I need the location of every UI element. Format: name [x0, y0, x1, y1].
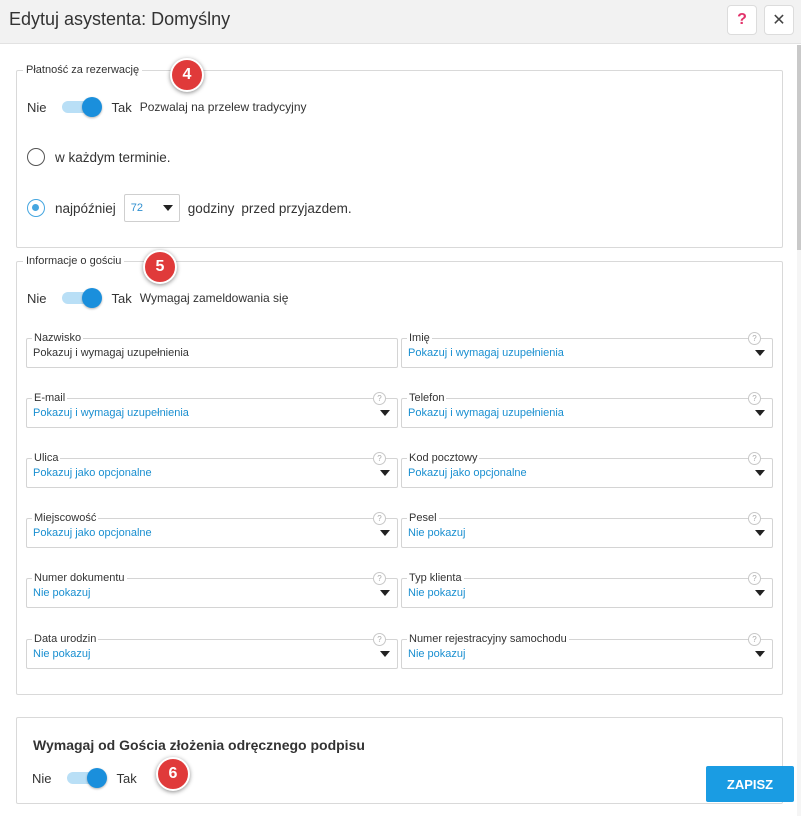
- chevron-down-icon: [755, 530, 765, 536]
- field-firstname[interactable]: Imię ? Pokazuj i wymagaj uzupełnienia: [401, 331, 773, 368]
- checkin-toggle-row: Nie Tak Wymagaj zameldowania się: [27, 288, 288, 308]
- checkin-toggle[interactable]: [61, 288, 102, 308]
- hours-select[interactable]: 72: [123, 194, 180, 222]
- field-label: Data urodzin: [32, 632, 99, 646]
- field-city[interactable]: Miejscowość ? Pokazuj jako opcjonalne: [26, 511, 398, 548]
- help-icon[interactable]: ?: [373, 512, 386, 525]
- field-label: Numer rejestracyjny samochodu: [407, 632, 569, 646]
- field-postal-code[interactable]: Kod pocztowy ? Pokazuj jako opcjonalne: [401, 451, 773, 488]
- help-icon[interactable]: ?: [373, 633, 386, 646]
- radio-latest[interactable]: najpóźniej 72 godziny przed przyjazdem.: [27, 194, 352, 222]
- field-value: Pokazuj i wymagaj uzupełnienia: [33, 407, 189, 419]
- transfer-toggle[interactable]: [61, 97, 102, 117]
- signature-title: Wymagaj od Gościa złożenia odręcznego po…: [33, 737, 365, 753]
- help-button[interactable]: ?: [727, 5, 757, 35]
- field-birth-date[interactable]: Data urodzin ? Nie pokazuj: [26, 632, 398, 669]
- field-label: Imię: [407, 331, 432, 345]
- question-icon: ?: [737, 11, 747, 28]
- radio-label: w każdym terminie.: [55, 149, 171, 165]
- toggle-description: Pozwalaj na przelew tradycyjny: [139, 100, 307, 114]
- field-document-number[interactable]: Numer dokumentu ? Nie pokazuj: [26, 571, 398, 608]
- field-car-plate[interactable]: Numer rejestracyjny samochodu ? Nie poka…: [401, 632, 773, 669]
- toggle-off-label: Nie: [32, 770, 52, 786]
- field-value: Pokazuj jako opcjonalne: [33, 467, 152, 479]
- help-icon[interactable]: ?: [748, 633, 761, 646]
- help-icon[interactable]: ?: [373, 452, 386, 465]
- field-value: Pokazuj i wymagaj uzupełnienia: [408, 407, 564, 419]
- field-phone[interactable]: Telefon ? Pokazuj i wymagaj uzupełnienia: [401, 391, 773, 428]
- help-icon[interactable]: ?: [748, 452, 761, 465]
- field-label: E-mail: [32, 391, 68, 405]
- payment-legend: Płatność za rezerwację: [26, 64, 140, 76]
- field-label: Nazwisko: [32, 331, 84, 345]
- field-street[interactable]: Ulica ? Pokazuj jako opcjonalne: [26, 451, 398, 488]
- field-label: Pesel: [407, 511, 439, 525]
- save-button[interactable]: ZAPISZ: [706, 766, 794, 802]
- toggle-on-label: Tak: [111, 290, 132, 306]
- close-icon: ✕: [772, 12, 786, 29]
- chevron-down-icon: [380, 530, 390, 536]
- signature-section: Wymagaj od Gościa złożenia odręcznego po…: [16, 717, 783, 804]
- field-value: Pokazuj jako opcjonalne: [33, 527, 152, 539]
- help-icon[interactable]: ?: [748, 572, 761, 585]
- field-value: Pokazuj i wymagaj uzupełnienia: [33, 347, 189, 359]
- step-badge-6: 6: [156, 757, 190, 791]
- field-label: Kod pocztowy: [407, 451, 480, 465]
- toggle-description: Wymagaj zameldowania się: [139, 291, 289, 305]
- field-label: Numer dokumentu: [32, 571, 127, 585]
- help-icon[interactable]: ?: [748, 332, 761, 345]
- toggle-off-label: Nie: [27, 99, 47, 115]
- radio-button-selected[interactable]: [27, 199, 45, 217]
- help-icon[interactable]: ?: [748, 392, 761, 405]
- field-surname[interactable]: Nazwisko Pokazuj i wymagaj uzupełnienia: [26, 331, 398, 368]
- chevron-down-icon: [162, 205, 173, 211]
- chevron-down-icon: [380, 470, 390, 476]
- chevron-down-icon: [755, 350, 765, 356]
- dialog-header: Edytuj asystenta: Domyślny ? ✕: [0, 0, 801, 44]
- field-label: Telefon: [407, 391, 447, 405]
- field-label: Miejscowość: [32, 511, 99, 525]
- scrollbar-thumb[interactable]: [797, 45, 801, 250]
- radio-label-before: najpóźniej: [55, 200, 116, 216]
- radio-label-after-2: przed przyjazdem.: [241, 200, 352, 216]
- field-client-type[interactable]: Typ klienta ? Nie pokazuj: [401, 571, 773, 608]
- signature-toggle[interactable]: [66, 768, 107, 788]
- close-button[interactable]: ✕: [764, 5, 794, 35]
- radio-any-time[interactable]: w każdym terminie.: [27, 148, 171, 166]
- dialog-title: Edytuj asystenta: Domyślny: [9, 9, 231, 29]
- chevron-down-icon: [755, 470, 765, 476]
- hours-value: 72: [130, 202, 144, 214]
- guest-info-legend: Informacje o gościu: [26, 255, 122, 267]
- chevron-down-icon: [380, 410, 390, 416]
- field-value: Nie pokazuj: [408, 648, 466, 660]
- help-icon[interactable]: ?: [373, 572, 386, 585]
- field-value: Nie pokazuj: [33, 587, 91, 599]
- field-label: Typ klienta: [407, 571, 464, 585]
- signature-toggle-row: Nie Tak: [32, 768, 137, 788]
- toggle-on-label: Tak: [116, 770, 137, 786]
- radio-button[interactable]: [27, 148, 45, 166]
- payment-toggle-row: Nie Tak Pozwalaj na przelew tradycyjny: [27, 97, 307, 117]
- radio-label-after: godziny: [187, 200, 235, 216]
- step-badge-5: 5: [143, 250, 177, 284]
- chevron-down-icon: [755, 410, 765, 416]
- toggle-on-label: Tak: [111, 99, 132, 115]
- chevron-down-icon: [380, 590, 390, 596]
- help-icon[interactable]: ?: [748, 512, 761, 525]
- step-badge-4: 4: [170, 58, 204, 92]
- field-value: Nie pokazuj: [33, 648, 91, 660]
- field-label: Ulica: [32, 451, 61, 465]
- toggle-off-label: Nie: [27, 290, 47, 306]
- field-value: Nie pokazuj: [408, 527, 466, 539]
- chevron-down-icon: [755, 651, 765, 657]
- field-pesel[interactable]: Pesel ? Nie pokazuj: [401, 511, 773, 548]
- field-value: Nie pokazuj: [408, 587, 466, 599]
- chevron-down-icon: [380, 651, 390, 657]
- field-value: Pokazuj jako opcjonalne: [408, 467, 527, 479]
- help-icon[interactable]: ?: [373, 392, 386, 405]
- field-email[interactable]: E-mail ? Pokazuj i wymagaj uzupełnienia: [26, 391, 398, 428]
- field-value: Pokazuj i wymagaj uzupełnienia: [408, 347, 564, 359]
- chevron-down-icon: [755, 590, 765, 596]
